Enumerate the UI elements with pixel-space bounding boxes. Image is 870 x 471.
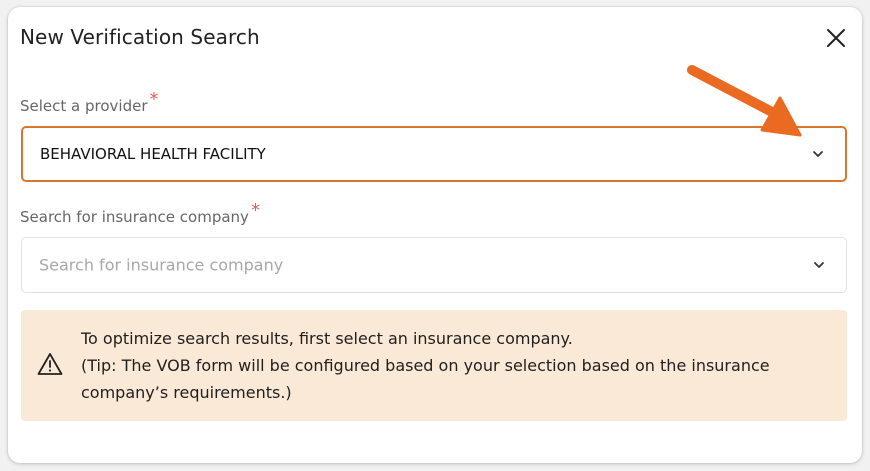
info-notice: To optimize search results, first select… [21,310,847,421]
insurance-label-text: Search for insurance company [20,208,249,226]
chevron-down-icon [814,262,824,268]
close-icon [827,29,845,47]
insurance-select[interactable] [21,237,847,293]
insurance-label: Search for insurance company * [20,200,260,227]
provider-selected-value: BEHAVIORAL HEALTH FACILITY [40,145,266,163]
close-button[interactable] [824,26,848,50]
provider-label-text: Select a provider [20,97,148,115]
dialog-title: New Verification Search [20,25,260,49]
notice-line-2: (Tip: The VOB form will be configured ba… [81,356,770,402]
provider-select[interactable]: BEHAVIORAL HEALTH FACILITY [21,126,847,182]
notice-text: To optimize search results, first select… [81,325,836,406]
provider-label: Select a provider * [20,89,159,116]
verification-search-dialog: New Verification Search Select a provide… [8,7,862,463]
required-asterisk: * [250,200,260,221]
required-asterisk: * [149,89,159,110]
warning-triangle-icon [37,353,63,375]
insurance-search-input[interactable] [39,255,779,275]
notice-line-1: To optimize search results, first select… [81,329,573,348]
chevron-down-icon [813,151,823,157]
